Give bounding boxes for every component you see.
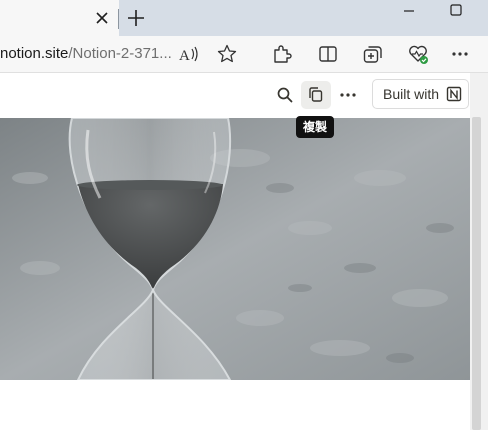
scrollbar-thumb[interactable] xyxy=(472,117,481,430)
more-icon[interactable] xyxy=(335,82,361,108)
scrollbar[interactable] xyxy=(470,73,488,430)
more-icon[interactable] xyxy=(448,42,472,66)
browser-essentials-icon[interactable] xyxy=(406,42,430,66)
maximize-icon[interactable] xyxy=(447,2,465,18)
address-path: /Notion-2-371... xyxy=(68,45,172,62)
close-icon[interactable] xyxy=(93,9,111,27)
duplicate-icon xyxy=(309,87,323,102)
svg-text:A: A xyxy=(179,48,190,64)
favorite-star-icon[interactable] xyxy=(215,42,239,66)
built-with-notion-button[interactable]: Built with xyxy=(372,79,469,109)
read-aloud-icon[interactable]: A xyxy=(176,42,200,66)
notion-logo-icon xyxy=(446,86,462,102)
collections-icon[interactable] xyxy=(361,42,385,66)
search-icon[interactable] xyxy=(272,82,298,108)
hourglass-cover-photo xyxy=(0,118,470,380)
tab-strip xyxy=(0,0,488,36)
notion-topbar: Built with xyxy=(0,73,470,118)
duplicate-tooltip: 複製 xyxy=(296,116,335,138)
cover-image xyxy=(0,118,470,380)
duplicate-button[interactable] xyxy=(301,81,331,109)
address-host: notion.site xyxy=(0,45,69,62)
minimize-icon[interactable] xyxy=(398,4,420,18)
active-tab[interactable] xyxy=(0,0,119,36)
tab-divider xyxy=(118,9,119,29)
extensions-icon[interactable] xyxy=(270,42,294,66)
plus-icon[interactable] xyxy=(124,6,148,30)
browser-toolbar: notion.site/Notion-2-371... A xyxy=(0,36,488,73)
page-content: Built with 複製 xyxy=(0,73,470,430)
built-with-label: Built with xyxy=(383,86,440,102)
split-screen-icon[interactable] xyxy=(316,42,340,66)
